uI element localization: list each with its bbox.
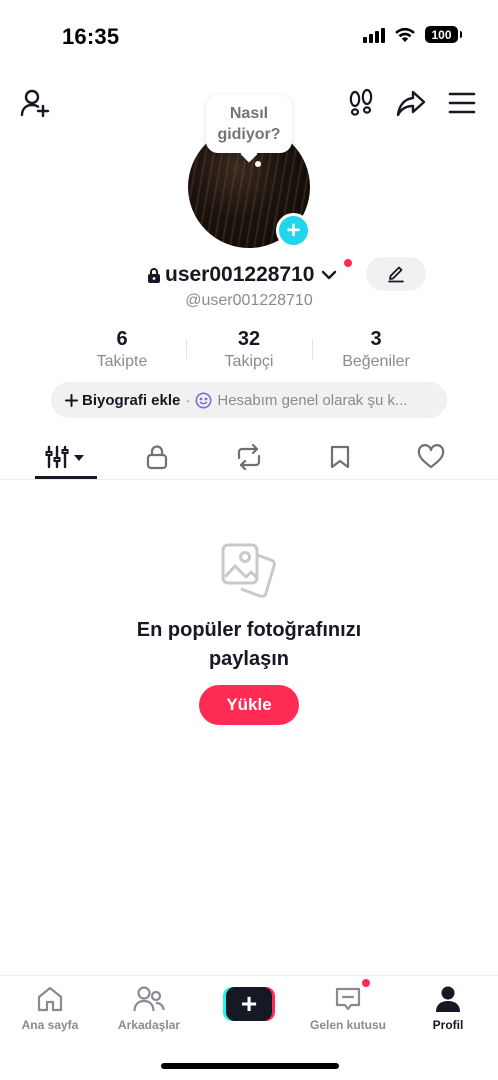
lock-icon [146, 445, 168, 470]
inbox-notification-dot [361, 978, 371, 988]
inbox-icon [335, 987, 361, 1011]
bubble-dot [255, 161, 261, 167]
stat-divider [186, 339, 187, 359]
home-icon [37, 986, 63, 1012]
following-label: Takipte [96, 353, 148, 370]
bio-bar[interactable]: Biyografi ekle · Hesabım genel olarak şu… [51, 382, 447, 418]
grid-filter-icon [45, 445, 84, 469]
bio-suggestion[interactable]: Hesabım genel olarak şu k... [195, 392, 407, 409]
pencil-icon [388, 266, 404, 283]
likes-stat[interactable]: 3 Beğeniler [316, 327, 436, 371]
footprints-icon[interactable] [344, 86, 378, 120]
bio-separator: · [185, 391, 191, 409]
add-avatar-button[interactable]: + [276, 213, 311, 248]
nav-inbox-label: Gelen kutusu [309, 1018, 386, 1032]
wifi-icon [395, 27, 415, 42]
status-bubble-text: Nasıl gidiyor? [217, 105, 281, 143]
content-tabs [0, 436, 498, 480]
status-bar: 16:35 100 [0, 0, 498, 70]
private-lock-icon [148, 268, 160, 283]
followers-label: Takipçi [224, 353, 274, 370]
nav-friends[interactable]: Arkadaşlar [99, 984, 199, 1032]
notification-dot [344, 259, 352, 267]
photos-icon [221, 543, 276, 598]
nav-friends-label: Arkadaşlar [117, 1018, 181, 1032]
username: user001228710 [165, 263, 315, 286]
status-icons: 100 [363, 26, 462, 43]
nav-home-label: Ana sayfa [21, 1018, 79, 1032]
followers-count: 32 [237, 328, 261, 350]
upload-button[interactable]: Yükle [199, 685, 299, 725]
add-friend-icon[interactable] [18, 86, 52, 120]
user-handle: @user001228710 [185, 292, 313, 309]
tab-reposts[interactable] [219, 436, 279, 478]
status-bubble[interactable]: Nasıl gidiyor? [206, 95, 292, 153]
home-indicator [161, 1063, 339, 1069]
tab-private[interactable] [127, 436, 187, 478]
likes-count: 3 [370, 328, 382, 350]
following-stat[interactable]: 6 Takipte [62, 327, 182, 371]
add-bio-button[interactable]: Biyografi ekle [65, 392, 180, 409]
status-time: 16:35 [62, 24, 120, 49]
friends-icon [133, 986, 165, 1012]
nav-home[interactable]: Ana sayfa [0, 984, 100, 1032]
likes-label: Beğeniler [342, 353, 410, 370]
bio-suggestion-text: Hesabım genel olarak şu k... [217, 391, 408, 409]
nav-inbox[interactable]: Gelen kutusu [298, 984, 398, 1032]
bookmark-icon [330, 445, 350, 469]
create-button[interactable]: + [223, 987, 275, 1021]
username-row[interactable]: user001228710 [147, 262, 337, 288]
add-bio-label: Biyografi ekle [82, 391, 181, 409]
empty-state-title-text: En popüler fotoğrafınızı paylaşın [136, 619, 362, 670]
following-count: 6 [116, 328, 128, 350]
repost-icon [237, 444, 261, 470]
edit-profile-button[interactable] [366, 257, 426, 291]
smiley-icon [195, 392, 212, 408]
tab-saved[interactable] [310, 436, 370, 478]
tab-liked[interactable] [401, 436, 461, 478]
tab-posts-grid[interactable] [36, 436, 96, 478]
share-icon[interactable] [394, 86, 428, 120]
followers-stat[interactable]: 32 Takipçi [189, 327, 309, 371]
active-tab-indicator [35, 476, 97, 479]
heart-icon [417, 444, 445, 469]
plus-icon [65, 393, 78, 407]
menu-icon[interactable] [445, 86, 479, 120]
nav-profile-label: Profil [432, 1018, 464, 1032]
empty-state-title: En popüler fotoğrafınızı paylaşın [0, 616, 498, 674]
cellular-signal-icon [363, 27, 385, 43]
nav-profile[interactable]: Profil [398, 984, 498, 1032]
stat-divider [312, 339, 313, 359]
profile-icon [436, 986, 460, 1012]
battery-indicator: 100 [425, 26, 462, 43]
chevron-down-icon[interactable] [321, 269, 337, 281]
create-icon: + [226, 987, 272, 1021]
